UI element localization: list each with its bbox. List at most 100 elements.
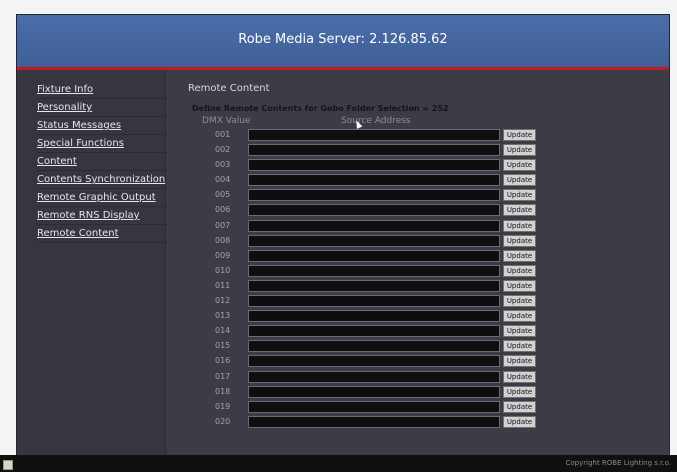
table-row: 013 Update bbox=[166, 309, 669, 324]
page-title: Robe Media Server: 2.126.85.62 bbox=[238, 32, 448, 47]
table-row: 005 Update bbox=[166, 188, 669, 203]
source-address-input[interactable] bbox=[248, 325, 500, 338]
table-row: 002 Update bbox=[166, 143, 669, 158]
corner-button[interactable] bbox=[3, 460, 13, 470]
dmx-value-label: 011 bbox=[215, 280, 231, 290]
table-row: 017 Update bbox=[166, 370, 669, 385]
dmx-value-label: 009 bbox=[215, 250, 231, 260]
dmx-value-label: 017 bbox=[215, 371, 231, 381]
table-row: 010 Update bbox=[166, 264, 669, 279]
dmx-value-label: 020 bbox=[215, 416, 231, 426]
update-button[interactable]: Update bbox=[503, 189, 536, 202]
table-row: 014 Update bbox=[166, 324, 669, 339]
main-content: Remote Content Define Remote Contents fo… bbox=[166, 70, 669, 456]
table-row: 018 Update bbox=[166, 385, 669, 400]
update-button[interactable]: Update bbox=[503, 204, 536, 217]
source-address-input[interactable] bbox=[248, 159, 500, 172]
sidebar-item-remote-graphic-output[interactable]: Remote Graphic Output bbox=[37, 190, 167, 207]
sidebar-item-status-messages[interactable]: Status Messages bbox=[37, 118, 167, 135]
update-button[interactable]: Update bbox=[503, 219, 536, 232]
table-row: 009 Update bbox=[166, 249, 669, 264]
update-button[interactable]: Update bbox=[503, 174, 536, 187]
column-header-dmx-value: DMX Value bbox=[202, 116, 251, 126]
source-address-input[interactable] bbox=[248, 129, 500, 141]
sidebar-item-remote-rns-display[interactable]: Remote RNS Display bbox=[37, 208, 167, 225]
source-address-input[interactable] bbox=[248, 370, 500, 383]
app-window: Robe Media Server: 2.126.85.62 Fixture I… bbox=[16, 14, 670, 457]
source-address-input[interactable] bbox=[248, 264, 500, 277]
sidebar-item-fixture-info[interactable]: Fixture Info bbox=[37, 82, 167, 99]
dmx-value-label: 002 bbox=[215, 145, 231, 155]
table-row: 019 Update bbox=[166, 400, 669, 415]
update-button[interactable]: Update bbox=[503, 325, 536, 338]
update-button[interactable]: Update bbox=[503, 279, 536, 292]
table-row: 001 Update bbox=[166, 128, 669, 143]
source-address-input[interactable] bbox=[248, 310, 500, 323]
sidebar-item-remote-content[interactable]: Remote Content bbox=[37, 226, 167, 243]
source-address-input[interactable] bbox=[248, 234, 500, 247]
dmx-value-label: 013 bbox=[215, 311, 231, 321]
source-address-input[interactable] bbox=[248, 189, 500, 202]
update-button[interactable]: Update bbox=[503, 355, 536, 368]
header-bar: Robe Media Server: 2.126.85.62 bbox=[17, 15, 669, 70]
table-row: 007 Update bbox=[166, 219, 669, 234]
source-address-input[interactable] bbox=[248, 400, 500, 413]
dmx-value-label: 016 bbox=[215, 356, 231, 366]
remote-content-rows: 001 Update 002 Update 003 Update 004 Update 005 U… bbox=[166, 128, 669, 430]
source-address-input[interactable] bbox=[248, 144, 500, 157]
source-address-input[interactable] bbox=[248, 295, 500, 308]
source-address-input[interactable] bbox=[248, 219, 500, 232]
update-button[interactable]: Update bbox=[503, 295, 536, 308]
source-address-input[interactable] bbox=[248, 385, 500, 398]
dmx-value-label: 008 bbox=[215, 235, 231, 245]
sidebar-item-content[interactable]: Content bbox=[37, 154, 167, 171]
update-button[interactable]: Update bbox=[503, 159, 536, 172]
update-button[interactable]: Update bbox=[503, 249, 536, 262]
dmx-value-label: 006 bbox=[215, 205, 231, 215]
footer-bar: Copyright ROBE Lighting s.r.o. bbox=[0, 455, 677, 472]
dmx-value-label: 001 bbox=[215, 130, 231, 139]
update-button[interactable]: Update bbox=[503, 129, 536, 141]
update-button[interactable]: Update bbox=[503, 340, 536, 353]
source-address-input[interactable] bbox=[248, 355, 500, 368]
update-button[interactable]: Update bbox=[503, 144, 536, 157]
dmx-value-label: 004 bbox=[215, 175, 231, 185]
source-address-input[interactable] bbox=[248, 279, 500, 292]
table-row: 011 Update bbox=[166, 279, 669, 294]
sidebar-item-contents-synchronization[interactable]: Contents Synchronization bbox=[37, 172, 167, 189]
source-address-input[interactable] bbox=[248, 415, 500, 428]
dmx-value-label: 005 bbox=[215, 190, 231, 200]
update-button[interactable]: Update bbox=[503, 264, 536, 277]
column-header-source-address: Source Address bbox=[341, 116, 411, 126]
table-row: 020 Update bbox=[166, 415, 669, 430]
sidebar-item-personality[interactable]: Personality bbox=[37, 100, 167, 117]
section-title: Remote Content bbox=[188, 83, 270, 94]
source-address-input[interactable] bbox=[248, 249, 500, 262]
table-row: 015 Update bbox=[166, 339, 669, 354]
table-row: 016 Update bbox=[166, 354, 669, 369]
define-heading: Define Remote Contents for Gobo Folder S… bbox=[192, 104, 449, 113]
dmx-value-label: 012 bbox=[215, 296, 231, 306]
update-button[interactable]: Update bbox=[503, 310, 536, 323]
source-address-input[interactable] bbox=[248, 174, 500, 187]
update-button[interactable]: Update bbox=[503, 415, 536, 428]
table-row: 004 Update bbox=[166, 173, 669, 188]
dmx-value-label: 007 bbox=[215, 220, 231, 230]
copyright-text: Copyright ROBE Lighting s.r.o. bbox=[565, 459, 672, 467]
table-row: 012 Update bbox=[166, 294, 669, 309]
sidebar-item-special-functions[interactable]: Special Functions bbox=[37, 136, 167, 153]
dmx-value-label: 019 bbox=[215, 401, 231, 411]
source-address-input[interactable] bbox=[248, 340, 500, 353]
dmx-value-label: 010 bbox=[215, 265, 231, 275]
table-row: 006 Update bbox=[166, 203, 669, 218]
update-button[interactable]: Update bbox=[503, 385, 536, 398]
update-button[interactable]: Update bbox=[503, 234, 536, 247]
sidebar-nav: Fixture Info Personality Status Messages… bbox=[37, 82, 167, 244]
table-row: 008 Update bbox=[166, 234, 669, 249]
update-button[interactable]: Update bbox=[503, 400, 536, 413]
dmx-value-label: 018 bbox=[215, 386, 231, 396]
source-address-input[interactable] bbox=[248, 204, 500, 217]
update-button[interactable]: Update bbox=[503, 370, 536, 383]
table-row: 003 Update bbox=[166, 158, 669, 173]
dmx-value-label: 015 bbox=[215, 341, 231, 351]
